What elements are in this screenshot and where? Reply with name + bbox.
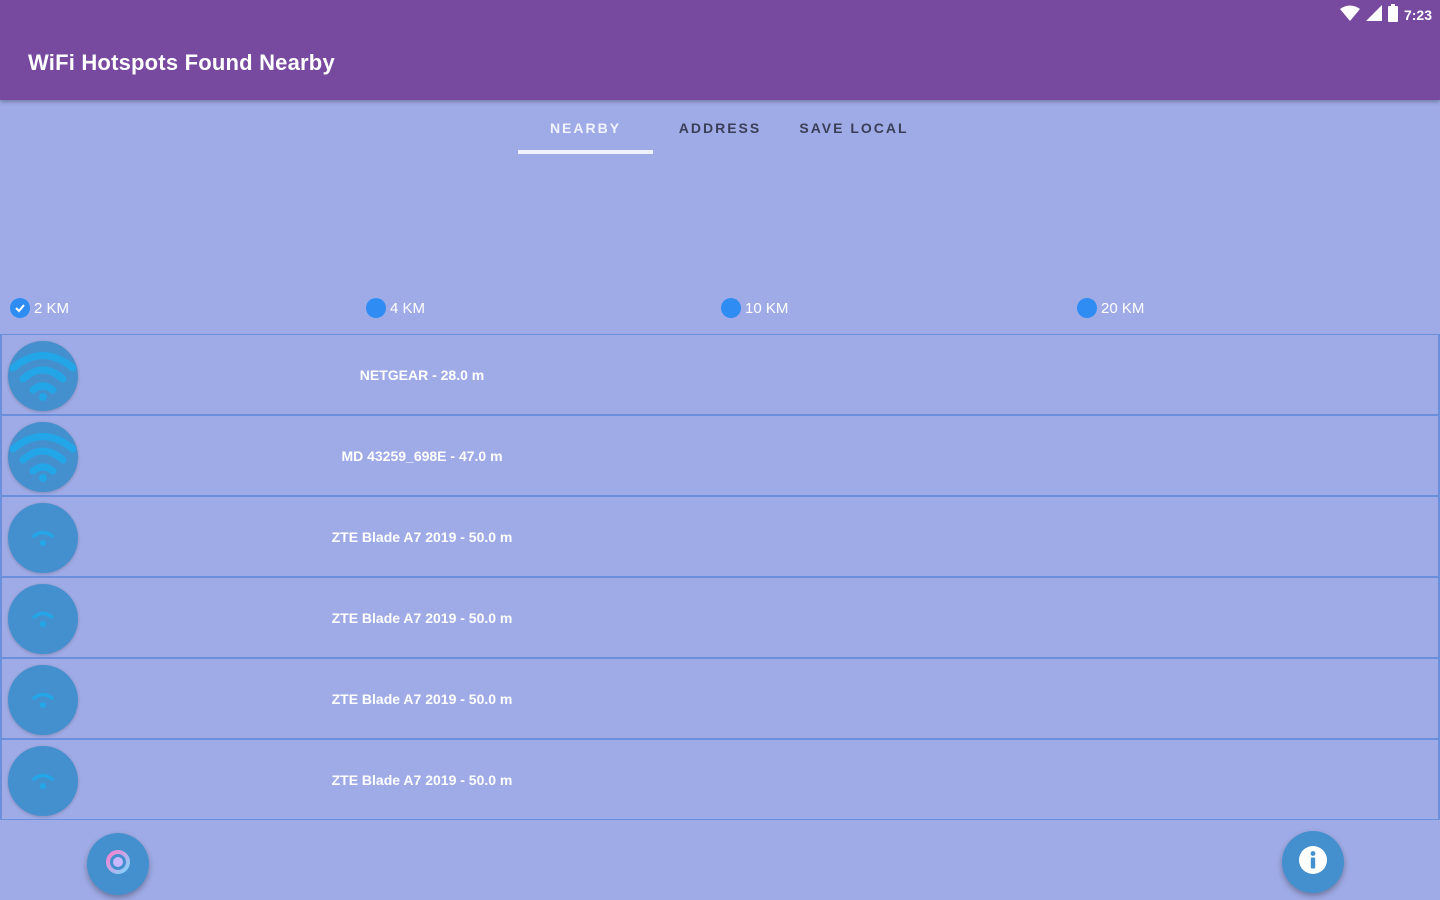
tab-address[interactable]: ADDRESS [665, 100, 775, 156]
wifi-signal-icon [1339, 5, 1360, 26]
hotspot-row[interactable]: ZTE Blade A7 2019 - 50.0 m [0, 658, 1440, 739]
tab-indicator [518, 150, 653, 154]
hotspot-label: NETGEAR - 28.0 m [359, 366, 485, 383]
hotspot-row[interactable]: NETGEAR - 28.0 m [0, 334, 1440, 415]
hotspot-label: MD 43259_698E - 47.0 m [341, 447, 503, 464]
hotspot-row[interactable]: ZTE Blade A7 2019 - 50.0 m [0, 739, 1440, 820]
refresh-button[interactable] [87, 833, 149, 895]
tab-bar: NEARBY ADDRESS SAVE LOCAL [0, 100, 1440, 156]
hotspot-label: ZTE Blade A7 2019 - 50.0 m [331, 690, 513, 707]
hotspot-row[interactable]: MD 43259_698E - 47.0 m [0, 415, 1440, 496]
radius-option-2km[interactable]: 2 KM [10, 296, 69, 320]
hotspot-row[interactable]: ZTE Blade A7 2019 - 50.0 m [0, 496, 1440, 577]
info-icon [1298, 845, 1328, 880]
radius-option-10km[interactable]: 10 KM [721, 296, 788, 320]
hotspot-label: ZTE Blade A7 2019 - 50.0 m [331, 771, 513, 788]
refresh-icon [104, 848, 132, 881]
hotspot-label: ZTE Blade A7 2019 - 50.0 m [331, 609, 513, 626]
info-button[interactable] [1282, 831, 1344, 893]
radius-option-20km[interactable]: 20 KM [1077, 296, 1144, 320]
radius-options: 2 KM 4 KM 10 KM 20 KM [0, 296, 1440, 320]
battery-icon [1387, 3, 1398, 27]
radio-unchecked-icon [1077, 298, 1097, 318]
radio-unchecked-icon [721, 298, 741, 318]
hotspot-list: NETGEAR - 28.0 m MD 43259_698E - 47.0 m … [0, 334, 1440, 820]
radius-option-label: 10 KM [745, 299, 789, 317]
tab-nearby[interactable]: NEARBY [518, 100, 653, 156]
radius-option-label: 4 KM [390, 299, 426, 317]
radius-option-4km[interactable]: 4 KM [366, 296, 425, 320]
status-time: 7:23 [1403, 7, 1432, 23]
app-bar: 7:23 WiFi Hotspots Found Nearby [0, 0, 1440, 100]
hotspot-row[interactable]: ZTE Blade A7 2019 - 50.0 m [0, 577, 1440, 658]
radius-option-label: 20 KM [1101, 299, 1145, 317]
status-bar: 7:23 [1339, 3, 1432, 27]
radio-checked-icon [10, 298, 30, 318]
radius-option-label: 2 KM [34, 299, 70, 317]
app-title: WiFi Hotspots Found Nearby [28, 50, 335, 75]
radio-unchecked-icon [366, 298, 386, 318]
hotspot-label: ZTE Blade A7 2019 - 50.0 m [331, 528, 513, 545]
cell-signal-icon [1365, 4, 1382, 26]
tab-save-local[interactable]: SAVE LOCAL [790, 100, 918, 156]
